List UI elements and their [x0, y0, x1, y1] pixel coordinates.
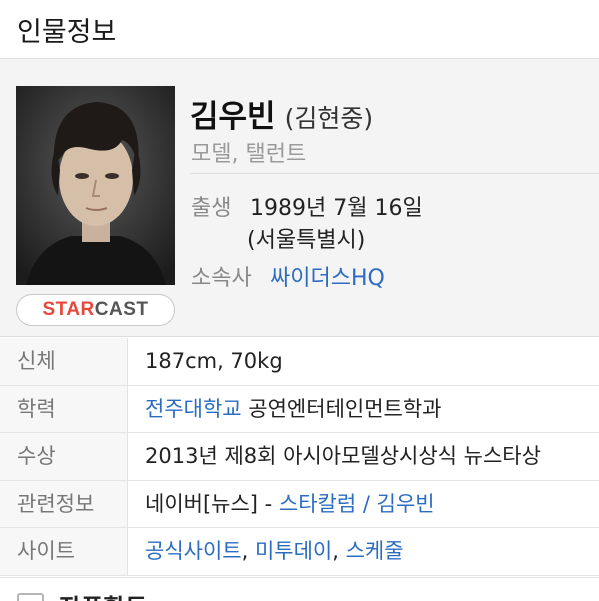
info-label: 수상	[0, 433, 128, 480]
info-value: 전주대학교 공연엔터테인먼트학과	[145, 386, 441, 432]
info-table: 신체 187cm, 70kg 학력 전주대학교 공연엔터테인먼트학과 수상 20…	[0, 338, 599, 576]
filmography-toggle-checkbox[interactable]	[17, 593, 44, 601]
info-label: 신체	[0, 338, 128, 385]
info-row-body: 신체 187cm, 70kg	[0, 338, 599, 386]
major-text: 공연엔터테인먼트학과	[241, 396, 442, 421]
birth-place: (서울특별시)	[247, 228, 366, 253]
separator: ,	[241, 539, 255, 564]
birth-label: 출생	[191, 196, 232, 221]
info-value: 187cm, 70kg	[145, 349, 283, 373]
header: 인물정보	[0, 0, 599, 56]
related-prefix: 네이버[뉴스] -	[145, 491, 279, 516]
info-label: 사이트	[0, 528, 128, 575]
info-label: 학력	[0, 385, 128, 433]
starcast-button[interactable]: STARCAST	[16, 294, 175, 326]
divider	[190, 173, 599, 174]
info-value: 2013년 제8회 아시아모델상시상식 뉴스타상	[145, 444, 541, 469]
agency-label: 소속사	[191, 266, 252, 291]
starcast-logo-cast: CAST	[94, 299, 149, 320]
official-site-link[interactable]: 공식사이트	[145, 539, 242, 563]
person-name: 김우빈	[190, 99, 276, 135]
me2day-link[interactable]: 미투데이	[255, 539, 332, 563]
info-row-related: 관련정보 네이버[뉴스] - 스타칼럼 / 김우빈	[0, 480, 599, 529]
starcast-logo-star: STAR	[42, 299, 95, 320]
info-row-education: 학력 전주대학교 공연엔터테인먼트학과	[0, 385, 599, 434]
profile-photo-image	[16, 86, 175, 285]
birth-date: 1989년 7월 16일	[250, 196, 423, 221]
info-value: 네이버[뉴스] - 스타칼럼 / 김우빈	[145, 481, 435, 527]
page-title: 인물정보	[17, 17, 117, 48]
info-row-award: 수상 2013년 제8회 아시아모델상시상식 뉴스타상	[0, 433, 599, 481]
info-row-sites: 사이트 공식사이트, 미투데이, 스케줄	[0, 528, 599, 576]
separator: ,	[332, 539, 346, 564]
profile-photo[interactable]	[16, 86, 175, 285]
filmography-section: 작품활동	[0, 577, 599, 601]
name-row: 김우빈 (김현중)	[190, 91, 373, 136]
star-column-link[interactable]: 스타칼럼 / 김우빈	[279, 492, 435, 516]
schedule-link[interactable]: 스케줄	[346, 539, 404, 563]
person-job: 모델, 탤런트	[191, 142, 307, 167]
school-link[interactable]: 전주대학교	[145, 397, 242, 421]
info-label: 관련정보	[0, 480, 128, 528]
info-value: 공식사이트, 미투데이, 스케줄	[145, 528, 404, 574]
agency-link[interactable]: 싸이더스HQ	[270, 260, 385, 292]
person-real-name: (김현중)	[284, 104, 374, 133]
profile-card: STARCAST 김우빈 (김현중) 모델, 탤런트 출생 1989년 7월 1…	[0, 58, 599, 337]
filmography-title[interactable]: 작품활동	[59, 588, 147, 601]
